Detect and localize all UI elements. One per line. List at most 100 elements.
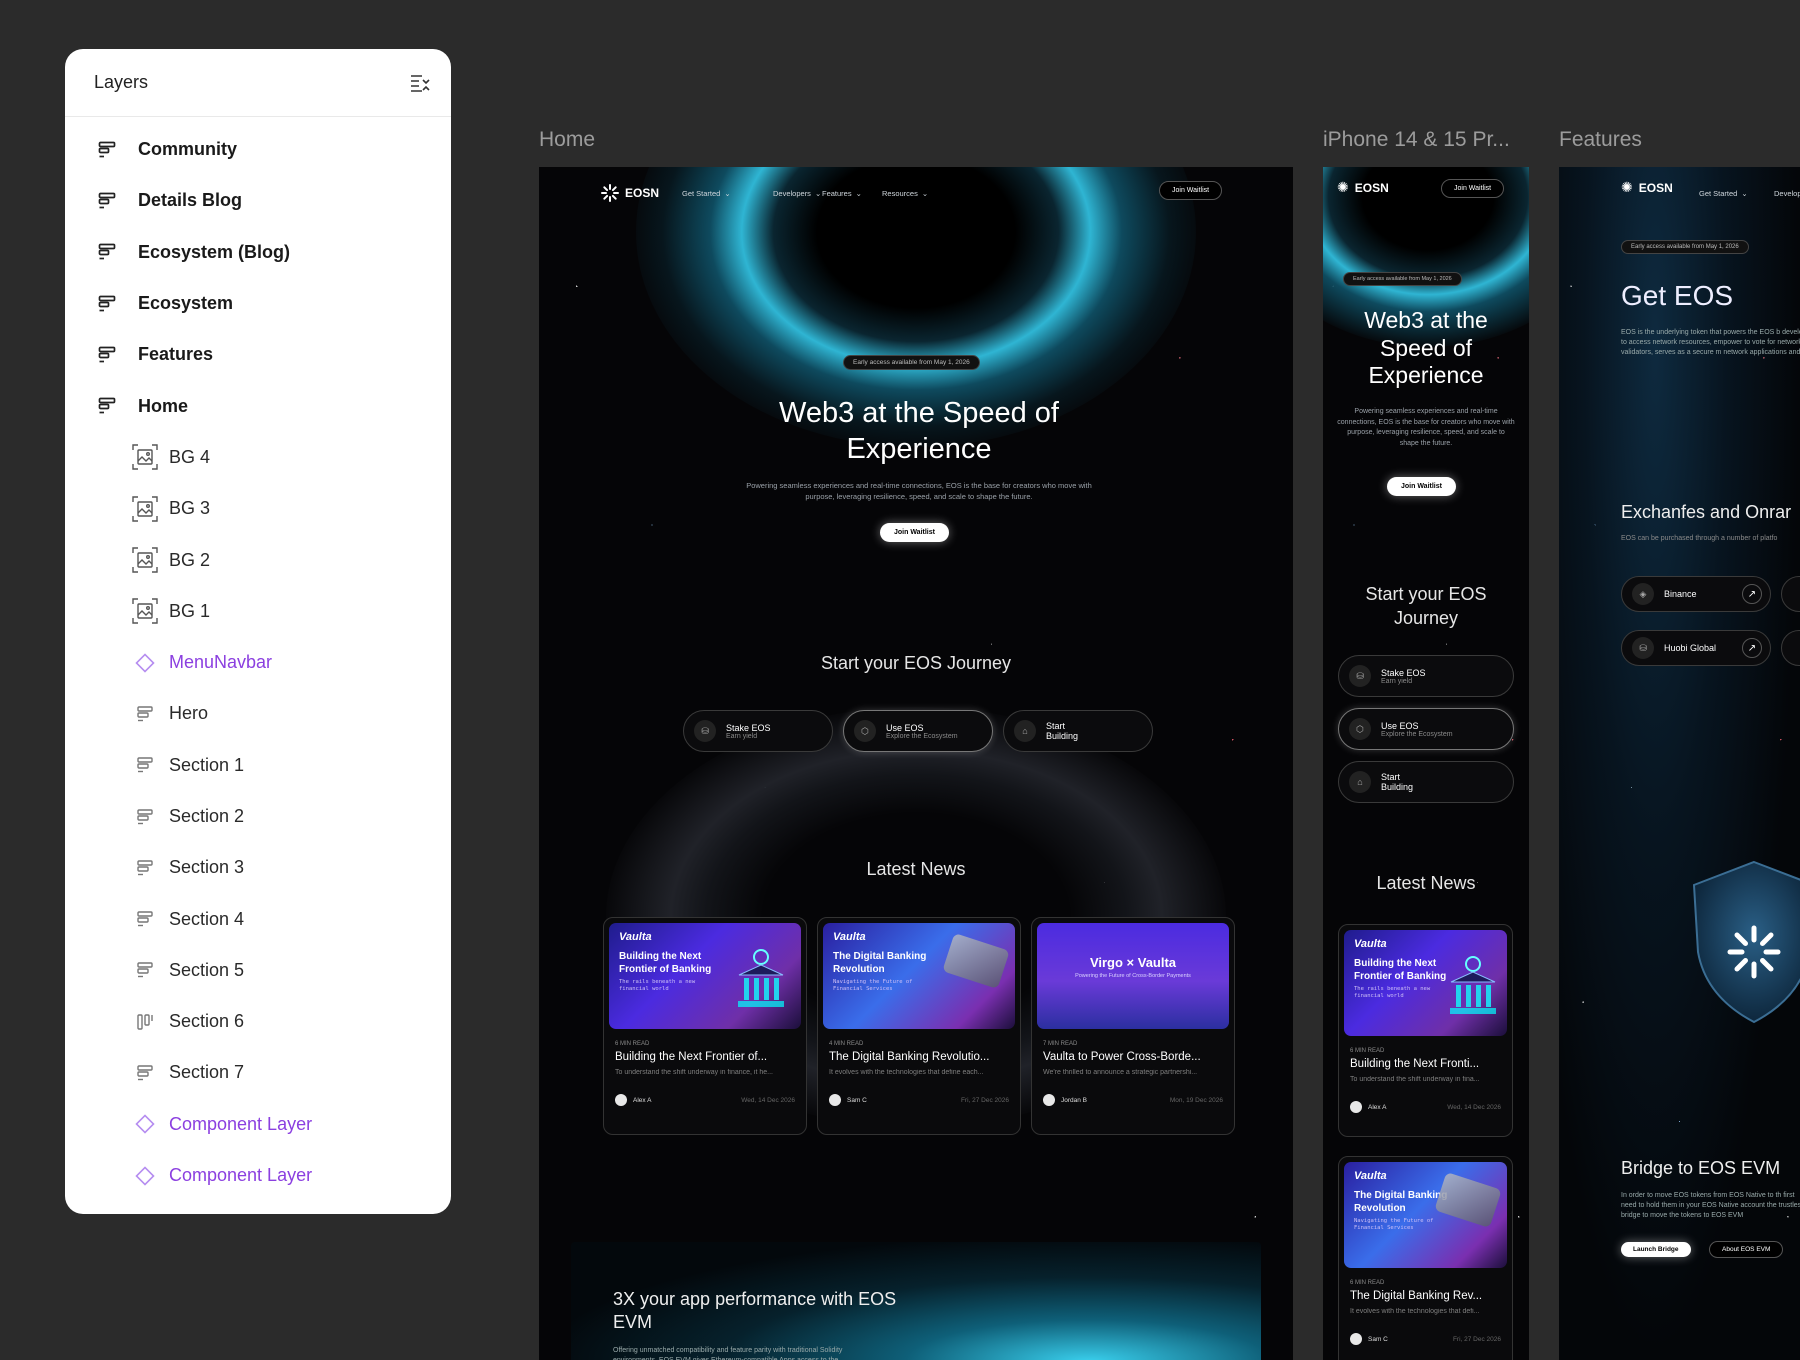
features-description: EOS is the underlying token that powers … bbox=[1621, 329, 1800, 357]
news-title: Latest News bbox=[866, 859, 966, 879]
journey-card-use[interactable]: ⬡ Use EOS Explore the Ecosystem bbox=[843, 710, 993, 752]
avatar bbox=[1350, 1101, 1362, 1113]
layer-item-label: BG 1 bbox=[169, 600, 211, 621]
journey-card-build[interactable]: ⌂ Start Building bbox=[1338, 761, 1514, 803]
component-icon bbox=[131, 1110, 159, 1138]
news-card[interactable]: Vaulta Building the Next Frontier of Ban… bbox=[1338, 924, 1513, 1137]
avatar bbox=[829, 1094, 841, 1106]
layer-item-label: Section 5 bbox=[169, 959, 245, 980]
frame-iphone[interactable]: ✺ EOSN Join Waitlist Early access availab… bbox=[1323, 167, 1529, 1360]
layer-item-bg-3[interactable]: BG 3 bbox=[65, 483, 451, 534]
layer-item-label: Section 2 bbox=[169, 806, 245, 826]
layer-item-menunavbar[interactable]: MenuNavbar bbox=[65, 637, 451, 688]
journey-card-build[interactable]: ⌂ Start Building bbox=[1003, 710, 1153, 752]
layer-item-home[interactable]: Home bbox=[65, 380, 451, 431]
frame-label-home[interactable]: Home bbox=[539, 128, 595, 152]
join-waitlist-nav-button[interactable]: Join Waitlist bbox=[1441, 179, 1505, 198]
layer-item-label: Section 1 bbox=[169, 754, 245, 775]
layer-item-section-7[interactable]: Section 7 bbox=[65, 1047, 451, 1098]
bank-icon bbox=[738, 949, 784, 1007]
image-icon bbox=[131, 597, 159, 625]
launch-bridge-button[interactable]: Launch Bridge bbox=[1621, 1242, 1691, 1257]
journey-card-stake[interactable]: ⛁ Stake EOS Earn yield bbox=[683, 710, 833, 752]
nav-developers[interactable]: Developers bbox=[1774, 189, 1800, 198]
frame-icon bbox=[97, 136, 119, 164]
layers-menu-icon[interactable] bbox=[409, 72, 431, 94]
layer-item-features[interactable]: Features bbox=[65, 329, 451, 380]
stack-icon bbox=[131, 854, 159, 882]
join-waitlist-hero-button[interactable]: Join Waitlist bbox=[880, 523, 949, 542]
frame-features[interactable]: ✺EOSN Get Started⌄ Developers Early acce… bbox=[1559, 167, 1800, 1360]
layer-item-hero[interactable]: Hero bbox=[65, 688, 451, 739]
frame-icon bbox=[97, 290, 119, 318]
component-icon bbox=[131, 649, 159, 677]
early-access-badge: Early access available from May 1, 2026 bbox=[843, 355, 980, 370]
layer-item-section-2[interactable]: Section 2 bbox=[65, 791, 451, 842]
layer-item-label: Ecosystem (Blog) bbox=[138, 241, 291, 262]
layer-item-bg-2[interactable]: BG 2 bbox=[65, 534, 451, 585]
news-image: Vaulta The Digital Banking Revolution Na… bbox=[823, 923, 1015, 1029]
stack-icon bbox=[131, 956, 159, 984]
news-card[interactable]: Vaulta The Digital Banking Revolution Na… bbox=[817, 917, 1021, 1135]
news-card[interactable]: Vaulta Building the Next Frontier of Ban… bbox=[603, 917, 807, 1135]
layer-item-community[interactable]: Community bbox=[65, 124, 451, 175]
layer-item-details-blog[interactable]: Details Blog bbox=[65, 175, 451, 226]
layer-item-ecosystem-blog[interactable]: Ecosystem (Blog) bbox=[65, 227, 451, 278]
layer-item-ecosystem[interactable]: Ecosystem bbox=[65, 278, 451, 329]
nav-features[interactable]: Features ⌄ bbox=[822, 189, 862, 198]
nav-get-started[interactable]: Get Started ⌄ bbox=[1699, 189, 1748, 198]
journey-card-use[interactable]: ⬡ Use EOS Explore the Ecosystem bbox=[1338, 708, 1514, 750]
layer-item-section-6[interactable]: Section 6 bbox=[65, 996, 451, 1047]
exchanges-title: Exchanfes and Onrar bbox=[1621, 502, 1792, 522]
layer-item-label: BG 4 bbox=[169, 446, 211, 467]
layer-item-section-5[interactable]: Section 5 bbox=[65, 945, 451, 996]
news-card[interactable]: Virgo × Vaulta Powering the Future of Cr… bbox=[1031, 917, 1235, 1135]
layer-item-label: BG 3 bbox=[169, 498, 211, 519]
exchange-huobi[interactable]: ⛁ Huobi Global ↗ bbox=[1621, 630, 1771, 666]
chevron-down-icon: ⌄ bbox=[724, 188, 731, 198]
sun-logo-icon: ✺ bbox=[1337, 179, 1349, 195]
nav-developers[interactable]: Developers ⌄ bbox=[773, 189, 821, 198]
layer-item-component-layer[interactable]: Component Layer bbox=[65, 1150, 451, 1201]
frame-label-features[interactable]: Features bbox=[1559, 128, 1642, 152]
layer-item-label: Section 4 bbox=[169, 908, 245, 929]
layer-item-bg-1[interactable]: BG 1 bbox=[65, 586, 451, 637]
layer-item-component-layer[interactable]: Component Layer bbox=[65, 1099, 451, 1150]
layer-item-label: Hero bbox=[169, 703, 209, 724]
join-waitlist-hero-button[interactable]: Join Waitlist bbox=[1387, 477, 1456, 496]
layer-item-label: Home bbox=[138, 395, 189, 416]
hero-subtitle: Powering seamless experiences and real-t… bbox=[1337, 408, 1515, 447]
journey-card-stake[interactable]: ⛁ Stake EOS Earn yield bbox=[1338, 655, 1514, 697]
exchanges-description: EOS can be purchased through a number of… bbox=[1621, 535, 1778, 542]
layer-item-label: Community bbox=[138, 139, 237, 160]
frame-home[interactable]: EOSN Get Started ⌄ Developers ⌄ Features ⌄ … bbox=[539, 167, 1293, 1360]
layer-item-bg-4[interactable]: BG 4 bbox=[65, 432, 451, 483]
image-icon bbox=[131, 495, 159, 523]
news-card[interactable]: Vaulta The Digital Banking Revolution Na… bbox=[1338, 1156, 1513, 1360]
layer-item-section-4[interactable]: Section 4 bbox=[65, 893, 451, 944]
frame-icon bbox=[97, 187, 119, 215]
layer-item-section-3[interactable]: Section 3 bbox=[65, 842, 451, 893]
avatar bbox=[1350, 1333, 1362, 1345]
stack-icon bbox=[131, 1059, 159, 1087]
layers-title: Layers bbox=[94, 72, 149, 92]
nav-resources[interactable]: Resources ⌄ bbox=[882, 189, 928, 198]
news-card-title: Building the Next Frontier of... bbox=[615, 1051, 768, 1063]
site-logo[interactable]: ✺ EOSN bbox=[1621, 179, 1673, 196]
stack-icon bbox=[131, 700, 159, 728]
nav-get-started[interactable]: Get Started ⌄ bbox=[682, 189, 731, 198]
site-logo[interactable]: ✺ EOSN bbox=[1337, 179, 1389, 196]
layer-item-section-1[interactable]: Section 1 bbox=[65, 740, 451, 791]
frame-label-iphone[interactable]: iPhone 14 & 15 Pr... bbox=[1323, 128, 1510, 152]
site-logo[interactable]: EOSN bbox=[601, 184, 659, 202]
vaulta-logo: Vaulta bbox=[619, 931, 652, 943]
about-eos-evm-button[interactable]: About EOS EVM bbox=[1709, 1241, 1784, 1258]
sun-logo-icon: ✺ bbox=[1621, 179, 1633, 195]
join-waitlist-nav-button[interactable]: Join Waitlist bbox=[1159, 181, 1223, 200]
shield-icon bbox=[1692, 860, 1800, 1024]
early-access-badge: Early access available from May 1, 2026 bbox=[1621, 240, 1749, 254]
news-card-title: Vaulta to Power Cross-Borde... bbox=[1043, 1051, 1201, 1063]
exchange-binance[interactable]: ◈ Binance ↗ bbox=[1621, 576, 1771, 612]
stack-icon bbox=[131, 803, 159, 831]
hero-subtitle: Powering seamless experiences and real-t… bbox=[746, 481, 1092, 502]
